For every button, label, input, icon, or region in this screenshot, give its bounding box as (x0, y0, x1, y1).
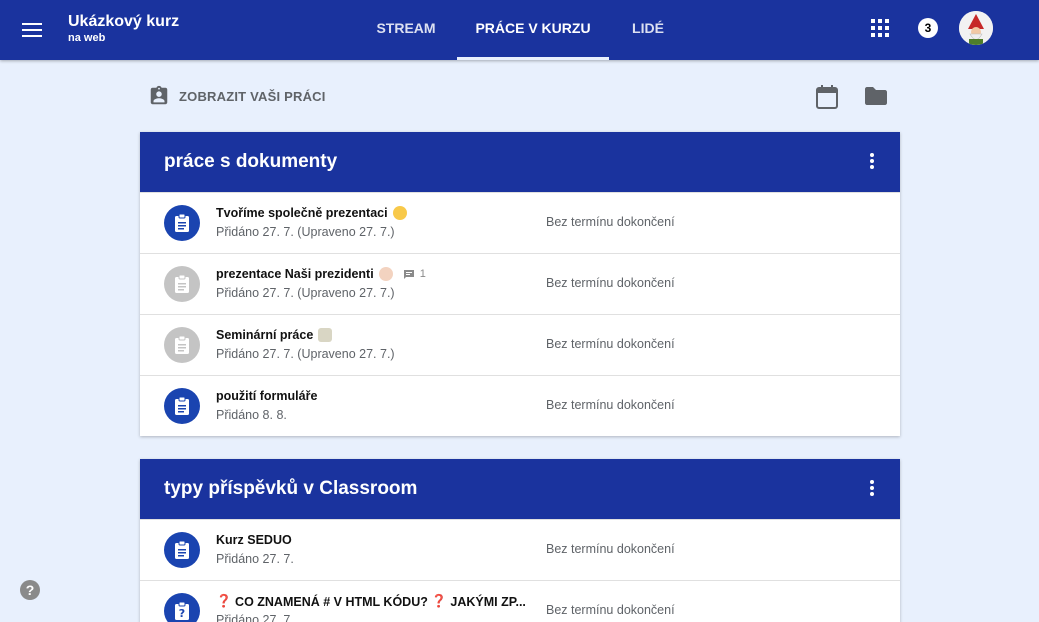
assignment-icon (164, 205, 200, 241)
comment-count-value: 1 (419, 268, 426, 280)
item-title-row: prezentace Naši prezidenti 1 (216, 267, 426, 281)
topic-title: typy příspěvků v Classroom (164, 478, 418, 499)
face-emoji-icon (378, 267, 393, 281)
avatar[interactable] (959, 11, 993, 45)
list-item[interactable]: použití formuláře Přidáno 8. 8. Bez term… (140, 375, 900, 436)
tab-people[interactable]: LIDÉ (622, 0, 674, 60)
item-title-part: CO ZNAMENÁ # V HTML KÓDU? (231, 594, 432, 609)
person-emoji-icon (318, 328, 333, 342)
assignment-ind-icon (150, 85, 168, 105)
item-title: prezentace Naši prezidenti (216, 267, 374, 281)
assignment-icon (164, 532, 200, 568)
view-your-work-button[interactable]: ZOBRAZIT VAŠI PRÁCI (148, 82, 326, 110)
tab-stream[interactable]: STREAM (366, 0, 446, 60)
item-title-row: ❓ CO ZNAMENÁ # V HTML KÓDU? ❓ JAKÝMI ZP.… (216, 594, 526, 609)
item-title-row: Tvoříme společně prezentaci (216, 206, 407, 220)
item-title: Kurz SEDUO (216, 533, 292, 547)
drive-folder-button[interactable] (864, 86, 888, 111)
hamburger-icon (22, 23, 42, 37)
apps-grid-icon[interactable] (868, 16, 892, 40)
question-mark-emoji-icon: ❓ (431, 594, 447, 608)
item-title: Seminární práce (216, 328, 314, 342)
item-title-row: použití formuláře (216, 389, 317, 403)
comment-icon (403, 269, 414, 279)
question-mark-emoji-icon: ❓ (216, 594, 232, 608)
calendar-button[interactable] (815, 84, 839, 115)
course-title[interactable]: Ukázkový kurz (68, 13, 179, 30)
comment-count: 1 (403, 268, 426, 280)
help-button[interactable]: ? (20, 580, 40, 600)
item-title-row: Seminární práce (216, 328, 333, 342)
menu-button[interactable] (14, 12, 50, 48)
topic-header: typy příspěvků v Classroom (140, 459, 900, 519)
topic-card: práce s dokumenty Tvoříme společně preze… (140, 132, 900, 436)
item-due: Bez termínu dokončení (546, 215, 675, 229)
list-item[interactable]: Tvoříme společně prezentaci Přidáno 27. … (140, 192, 900, 253)
item-meta: Přidáno 27. 7. (Upraveno 27. 7.) (216, 347, 395, 361)
item-due: Bez termínu dokončení (546, 398, 675, 412)
item-due: Bez termínu dokončení (546, 337, 675, 351)
topic-title: práce s dokumenty (164, 151, 338, 172)
notification-badge[interactable]: 3 (918, 18, 938, 38)
smiley-emoji-icon (392, 206, 407, 220)
top-app-bar: Ukázkový kurz na web STREAM PRÁCE V KURZ… (0, 0, 1039, 60)
list-item[interactable]: ? ❓ CO ZNAMENÁ # V HTML KÓDU? ❓ JAKÝMI Z… (140, 580, 900, 622)
question-icon: ? (164, 593, 200, 622)
more-options-icon[interactable] (862, 152, 882, 172)
svg-text:?: ? (179, 607, 185, 620)
assignment-icon (164, 388, 200, 424)
list-item[interactable]: Kurz SEDUO Přidáno 27. 7. Bez termínu do… (140, 519, 900, 580)
item-meta: Přidáno 27. 7. (Upraveno 27. 7.) (216, 286, 395, 300)
item-due: Bez termínu dokončení (546, 276, 675, 290)
item-title-row: Kurz SEDUO (216, 533, 292, 547)
assignment-icon (164, 327, 200, 363)
list-item[interactable]: Seminární práce Přidáno 27. 7. (Upraveno… (140, 314, 900, 375)
gnome-avatar-icon (959, 11, 993, 45)
item-meta: Přidáno 8. 8. (216, 408, 287, 422)
tab-classwork[interactable]: PRÁCE V KURZU (457, 0, 609, 60)
more-options-icon[interactable] (862, 479, 882, 499)
item-meta: Přidáno 27. 7. (Upraveno 27. 7.) (216, 225, 395, 239)
topic-header: práce s dokumenty (140, 132, 900, 192)
folder-icon (865, 87, 887, 105)
item-due: Bez termínu dokončení (546, 542, 675, 556)
item-title: Tvoříme společně prezentaci (216, 206, 388, 220)
item-meta: Přidáno 27. 7. (216, 552, 294, 566)
calendar-icon (816, 85, 838, 109)
item-title-part: JAKÝMI ZP... (446, 594, 526, 609)
list-item[interactable]: prezentace Naši prezidenti 1 Přidáno 27.… (140, 253, 900, 314)
item-meta: Přidáno 27. 7. (216, 613, 294, 622)
item-due: Bez termínu dokončení (546, 603, 675, 617)
assignment-icon (164, 266, 200, 302)
course-subtitle: na web (68, 32, 106, 44)
item-title: použití formuláře (216, 389, 318, 403)
view-your-work-label: ZOBRAZIT VAŠI PRÁCI (179, 88, 326, 104)
topic-card: typy příspěvků v Classroom Kurz SEDUO Př… (140, 459, 900, 622)
